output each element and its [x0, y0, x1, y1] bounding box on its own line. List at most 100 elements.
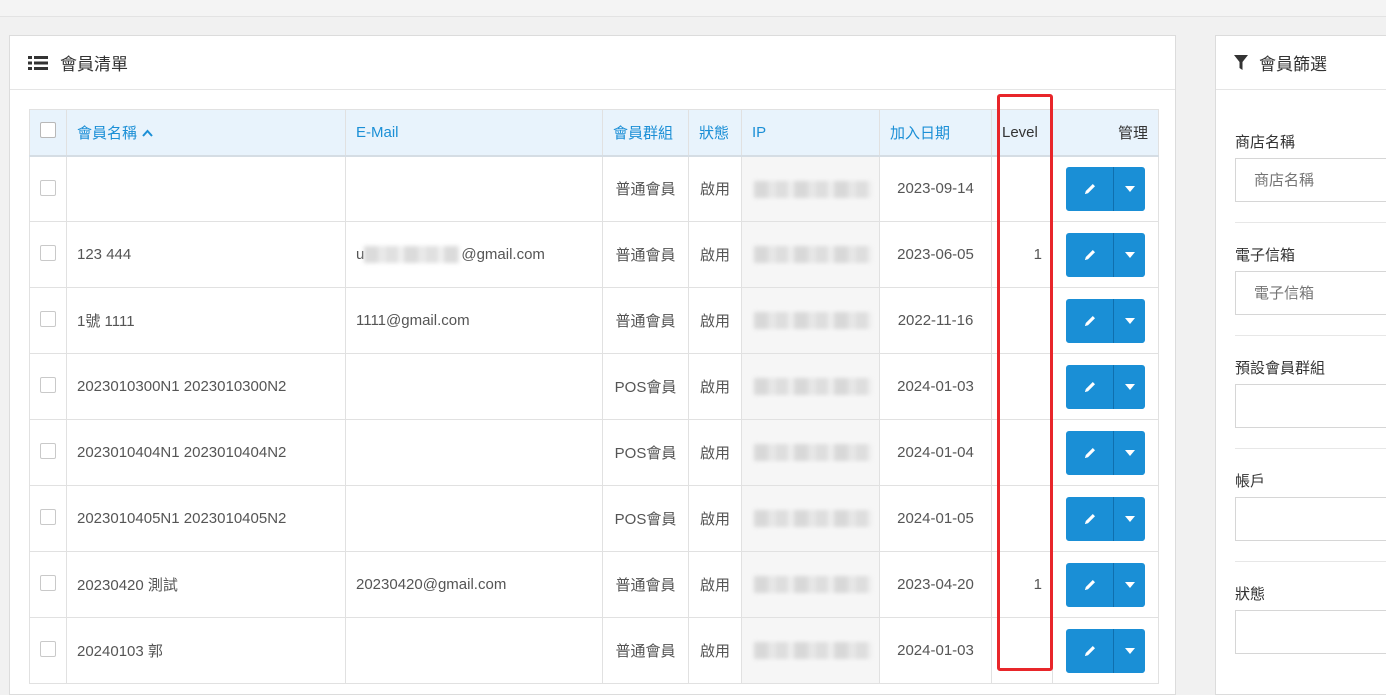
member-name-cell: [66, 155, 346, 222]
row-checkbox[interactable]: [40, 443, 56, 459]
manage-cell: [1052, 485, 1159, 552]
member-group-cell: 普通會員: [602, 155, 689, 222]
select-all-cell: [29, 109, 67, 157]
member-status-cell: 啟用: [688, 221, 742, 288]
row-checkbox[interactable]: [40, 179, 56, 196]
filter-status-label: 狀態: [1235, 586, 1266, 603]
row-select-cell: [29, 419, 67, 486]
manage-cell: [1052, 155, 1159, 222]
caret-down-icon: [1124, 515, 1135, 522]
manage-button-group: [1066, 496, 1145, 541]
dropdown-toggle-button[interactable]: [1114, 496, 1145, 541]
caret-down-icon: [1124, 449, 1135, 456]
table-row: 2023010404N1 2023010404N2 POS會員 啟用 2024-01-…: [29, 419, 1159, 486]
member-level-cell: [991, 155, 1053, 222]
dropdown-toggle-button[interactable]: [1114, 166, 1145, 211]
member-name-cell: 20230420 測試: [66, 551, 346, 618]
manage-cell: [1052, 221, 1159, 288]
member-table-wrapper: 會員名稱 E-Mail 會員群組 狀態 IP 加入日期 Level 管理 普通會…: [29, 109, 1159, 684]
row-checkbox[interactable]: [40, 311, 56, 327]
member-email-cell: [345, 155, 603, 222]
member-ip-cell: [741, 485, 880, 552]
edit-button[interactable]: [1066, 298, 1114, 343]
row-checkbox[interactable]: [40, 377, 56, 393]
member-name-cell: 2023010300N1 2023010300N2: [66, 353, 346, 420]
default-group-select[interactable]: [1235, 384, 1386, 428]
caret-down-icon: [1124, 185, 1135, 192]
email-text: 1111@gmail.com: [356, 312, 470, 329]
column-header-ip[interactable]: IP: [741, 109, 880, 157]
member-email-cell: [345, 485, 603, 552]
email-text: 20230420@gmail.com: [356, 576, 507, 593]
member-join-date-cell: 2024-01-03: [879, 617, 992, 684]
edit-button[interactable]: [1066, 496, 1114, 541]
filter-email-group: 電子信箱: [1235, 244, 1386, 315]
account-select[interactable]: [1235, 497, 1386, 541]
column-header-name[interactable]: 會員名稱: [66, 109, 346, 157]
member-ip-cell: [741, 155, 880, 222]
redacted-ip: [754, 246, 872, 264]
dropdown-toggle-button[interactable]: [1114, 298, 1145, 343]
column-header-join-date[interactable]: 加入日期: [879, 109, 992, 157]
member-status-cell: 啟用: [688, 485, 742, 552]
manage-cell: [1052, 419, 1159, 486]
member-join-date-cell: 2022-11-16: [879, 287, 992, 354]
pencil-icon: [1084, 645, 1095, 656]
edit-button[interactable]: [1066, 562, 1114, 607]
dropdown-toggle-button[interactable]: [1114, 430, 1145, 475]
member-filter-panel: 會員篩選 商店名稱 電子信箱 預設會員群組 帳戶 狀態: [1215, 35, 1386, 695]
column-header-status[interactable]: 狀態: [688, 109, 742, 157]
edit-button[interactable]: [1066, 232, 1114, 277]
edit-button[interactable]: [1066, 628, 1114, 673]
pencil-icon: [1084, 381, 1095, 392]
member-name-cell: 20240103 郭: [66, 617, 346, 684]
member-group-cell: 普通會員: [602, 551, 689, 618]
row-checkbox[interactable]: [40, 641, 56, 657]
member-group-cell: POS會員: [602, 485, 689, 552]
redacted-ip: [754, 444, 872, 462]
member-level-cell: [991, 353, 1053, 420]
filter-store-name-label: 商店名稱: [1235, 134, 1296, 151]
store-name-input[interactable]: [1235, 158, 1386, 202]
email-domain: @gmail.com: [461, 245, 545, 263]
manage-button-group: [1066, 430, 1145, 475]
dropdown-toggle-button[interactable]: [1114, 628, 1145, 673]
member-status-cell: 啟用: [688, 287, 742, 354]
member-ip-cell: [741, 551, 880, 618]
member-ip-cell: [741, 221, 880, 288]
manage-button-group: [1066, 364, 1145, 409]
caret-down-icon: [1124, 647, 1135, 654]
redacted-ip: [754, 180, 872, 198]
row-select-cell: [29, 485, 67, 552]
row-checkbox[interactable]: [40, 575, 56, 591]
edit-button[interactable]: [1066, 364, 1114, 409]
row-checkbox[interactable]: [40, 509, 56, 525]
member-join-date-cell: 2024-01-04: [879, 419, 992, 486]
member-join-date-cell: 2024-01-03: [879, 353, 992, 420]
edit-button[interactable]: [1066, 430, 1114, 475]
member-join-date-cell: 2023-04-20: [879, 551, 992, 618]
manage-cell: [1052, 551, 1159, 618]
member-group-cell: 普通會員: [602, 617, 689, 684]
dropdown-toggle-button[interactable]: [1114, 364, 1145, 409]
column-header-email[interactable]: E-Mail: [345, 109, 603, 157]
row-select-cell: [29, 551, 67, 618]
email-input[interactable]: [1235, 271, 1386, 315]
status-select[interactable]: [1235, 610, 1386, 654]
manage-cell: [1052, 353, 1159, 420]
column-header-group[interactable]: 會員群組: [602, 109, 689, 157]
redacted-ip: [754, 642, 872, 660]
row-checkbox[interactable]: [40, 245, 56, 261]
member-ip-cell: [741, 353, 880, 420]
edit-button[interactable]: [1066, 166, 1114, 211]
pencil-icon: [1084, 315, 1095, 326]
select-all-checkbox[interactable]: [40, 122, 56, 139]
table-row: 普通會員 啟用 2023-09-14: [29, 155, 1159, 222]
member-group-cell: 普通會員: [602, 287, 689, 354]
table-row: 2023010300N1 2023010300N2 POS會員 啟用 2024-01-…: [29, 353, 1159, 420]
member-group-cell: POS會員: [602, 353, 689, 420]
member-level-cell: 1: [991, 551, 1053, 618]
dropdown-toggle-button[interactable]: [1114, 232, 1145, 277]
dropdown-toggle-button[interactable]: [1114, 562, 1145, 607]
member-email-cell: [345, 617, 603, 684]
